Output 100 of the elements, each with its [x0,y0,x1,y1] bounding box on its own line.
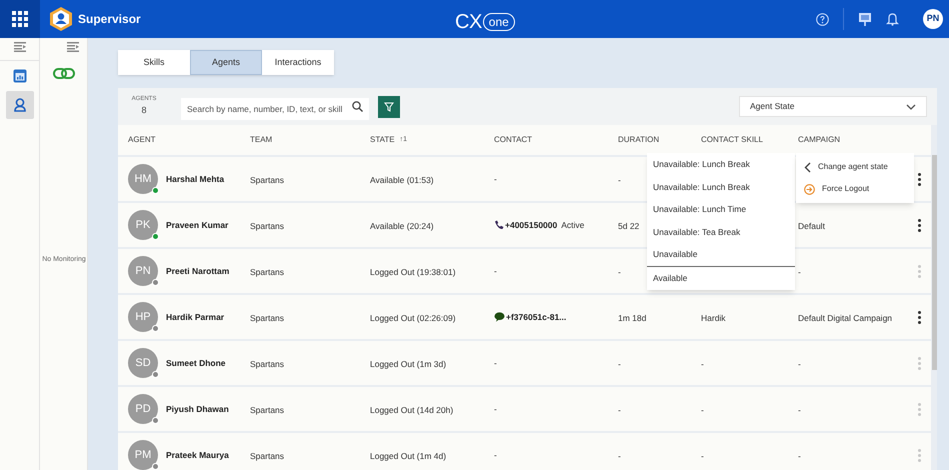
agent-name: Hardik Parmar [166,310,224,324]
campaign-cell: - [798,267,801,277]
agent-avatar: PD [128,394,158,424]
agent-name: Sumeet Dhone [166,356,226,370]
menu-item[interactable]: Unavailable: Lunch Break [647,176,795,198]
duration-cell: 5d 22 [618,221,640,231]
column-header: DURATION [618,134,660,146]
contact-cell: - [494,264,497,278]
team-cell: Spartans [250,359,284,369]
team-cell: Spartans [250,313,284,323]
person-icon [14,98,26,112]
contact-cell: - [494,402,497,416]
contact-status: Active [561,218,584,232]
menu-item[interactable]: Change agent state [796,156,914,178]
user-avatar[interactable]: PN [923,9,943,29]
collapse-panel-icon[interactable] [66,42,78,52]
duration-cell: - [618,359,621,369]
column-header: CONTACT SKILL [701,134,763,146]
agent-avatar: SD [128,348,158,378]
bell-icon[interactable] [886,12,899,26]
team-cell: Spartans [250,405,284,415]
menu-item[interactable]: Unavailable: Lunch Time [647,198,795,221]
campaign-cell: - [798,451,801,461]
agents-nav-button[interactable] [6,91,34,119]
contact-skill-cell: - [701,359,704,369]
tab[interactable]: Interactions [262,50,334,75]
chat-bubble-icon [494,312,505,322]
duration-cell: - [618,267,621,277]
chevron-down-icon [906,104,916,110]
state-cell: Available (20:24) [370,221,434,231]
logout-icon [804,184,815,194]
agent-name: Prateek Maurya [166,448,229,462]
column-header: CAMPAIGN [798,134,840,146]
agent-avatar: PM [128,440,158,470]
agent-avatar: PK [128,210,158,240]
state-cell: Logged Out (1m 3d) [370,359,446,369]
contact-skill-cell: Hardik [701,313,726,323]
agent-state-dropdown[interactable]: Agent State [739,96,927,117]
link-icon[interactable] [52,68,74,79]
agent-avatar: PN [128,256,158,286]
contact-cell[interactable]: +f376051c-81... [506,310,566,324]
tab[interactable]: Skills [118,50,190,75]
state-cell: Logged Out (1m 4d) [370,451,446,461]
menu-item[interactable]: Unavailable: Tea Break [647,220,795,244]
contact-skill-cell: - [701,405,704,415]
hexagon-person-logo-icon [50,7,72,31]
funnel-icon [384,102,394,112]
menu-item[interactable]: Available [647,266,795,290]
product-logo: CX one [455,7,515,37]
duration-cell: 1m 18d [618,313,646,323]
agent-name: Piyush Dhawan [166,402,229,416]
state-cell: Logged Out (19:38:01) [370,267,456,277]
menu-item[interactable]: Unavailable [647,243,795,266]
agents-count: 8 [141,104,146,118]
duration-cell: - [618,405,621,415]
apps-menu-button[interactable] [0,0,40,38]
search-field[interactable]: Search by name, number, ID, text, or skill [181,98,369,120]
agent-name: Preeti Narottam [166,264,230,278]
state-cell: Logged Out (14d 20h) [370,405,454,415]
column-header[interactable]: STATE [370,134,395,146]
campaign-cell: - [798,405,801,415]
help-icon[interactable] [816,12,829,26]
campaign-cell: Default Digital Campaign [798,313,892,323]
agent-name: Harshal Mehta [166,172,224,186]
contact-cell: - [494,172,497,186]
contact-cell: - [494,448,497,462]
phone-icon [494,220,504,230]
menu-item[interactable]: Force Logout [796,178,914,200]
dashboard-icon[interactable] [12,69,26,83]
collapse-panel-icon[interactable] [14,42,26,52]
search-icon [352,101,363,112]
campaign-cell: - [798,359,801,369]
row-menu-button[interactable] [916,172,923,186]
team-cell: Spartans [250,451,284,461]
contact-cell[interactable]: +4005150000 [505,218,558,232]
column-header: AGENT [128,134,156,146]
agent-name: Praveen Kumar [166,218,228,232]
duration-cell: - [618,175,621,185]
team-cell: Spartans [250,175,284,185]
campaign-cell: Default [798,221,825,231]
duration-cell: - [618,451,621,461]
contact-cell: - [494,356,497,370]
column-header: CONTACT [494,134,532,146]
tab[interactable]: Agents [190,50,262,75]
column-header: TEAM [250,134,272,146]
grid-icon [12,11,28,27]
row-menu-button[interactable] [916,310,923,324]
team-cell: Spartans [250,221,284,231]
team-cell: Spartans [250,267,284,277]
presentation-screen-icon[interactable] [858,12,872,26]
state-cell: Logged Out (02:26:09) [370,313,456,323]
agent-avatar: HP [128,302,158,332]
contact-skill-cell: - [701,451,704,461]
state-cell: Available (01:53) [370,175,434,185]
filter-button[interactable] [378,96,400,118]
agent-avatar: HM [128,164,158,194]
row-menu-button[interactable] [916,218,923,232]
chevron-left-icon [804,162,811,172]
menu-item[interactable]: Unavailable: Lunch Break [647,153,795,176]
app-title: Supervisor [78,11,141,28]
